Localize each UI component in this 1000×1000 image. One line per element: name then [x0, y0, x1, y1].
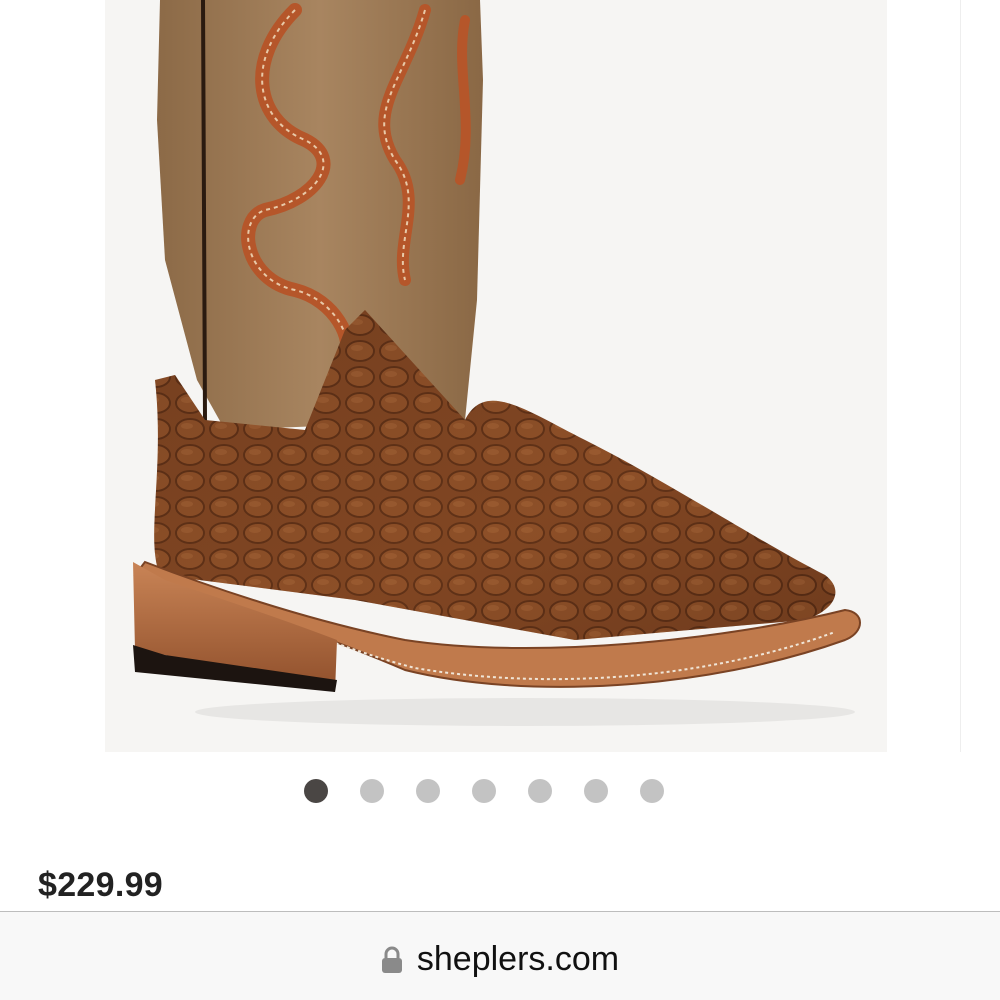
image-edge-divider	[960, 0, 961, 752]
lock-icon	[381, 946, 402, 973]
carousel-dot-2[interactable]	[360, 779, 384, 803]
product-image[interactable]	[105, 0, 887, 752]
boot-illustration	[133, 0, 861, 726]
carousel-dot-6[interactable]	[584, 779, 608, 803]
carousel-pagination[interactable]	[304, 778, 664, 804]
carousel-dot-7[interactable]	[640, 779, 664, 803]
url-text: sheplers.com	[416, 940, 620, 978]
product-price: $229.99	[38, 866, 164, 904]
carousel-dot-4[interactable]	[472, 779, 496, 803]
carousel-dot-1[interactable]	[304, 779, 328, 803]
product-page: $229.99 sheplers.com	[0, 0, 1000, 1000]
carousel-dot-3[interactable]	[416, 779, 440, 803]
carousel-dot-5[interactable]	[528, 779, 552, 803]
browser-address-bar[interactable]: sheplers.com	[0, 912, 1000, 1000]
